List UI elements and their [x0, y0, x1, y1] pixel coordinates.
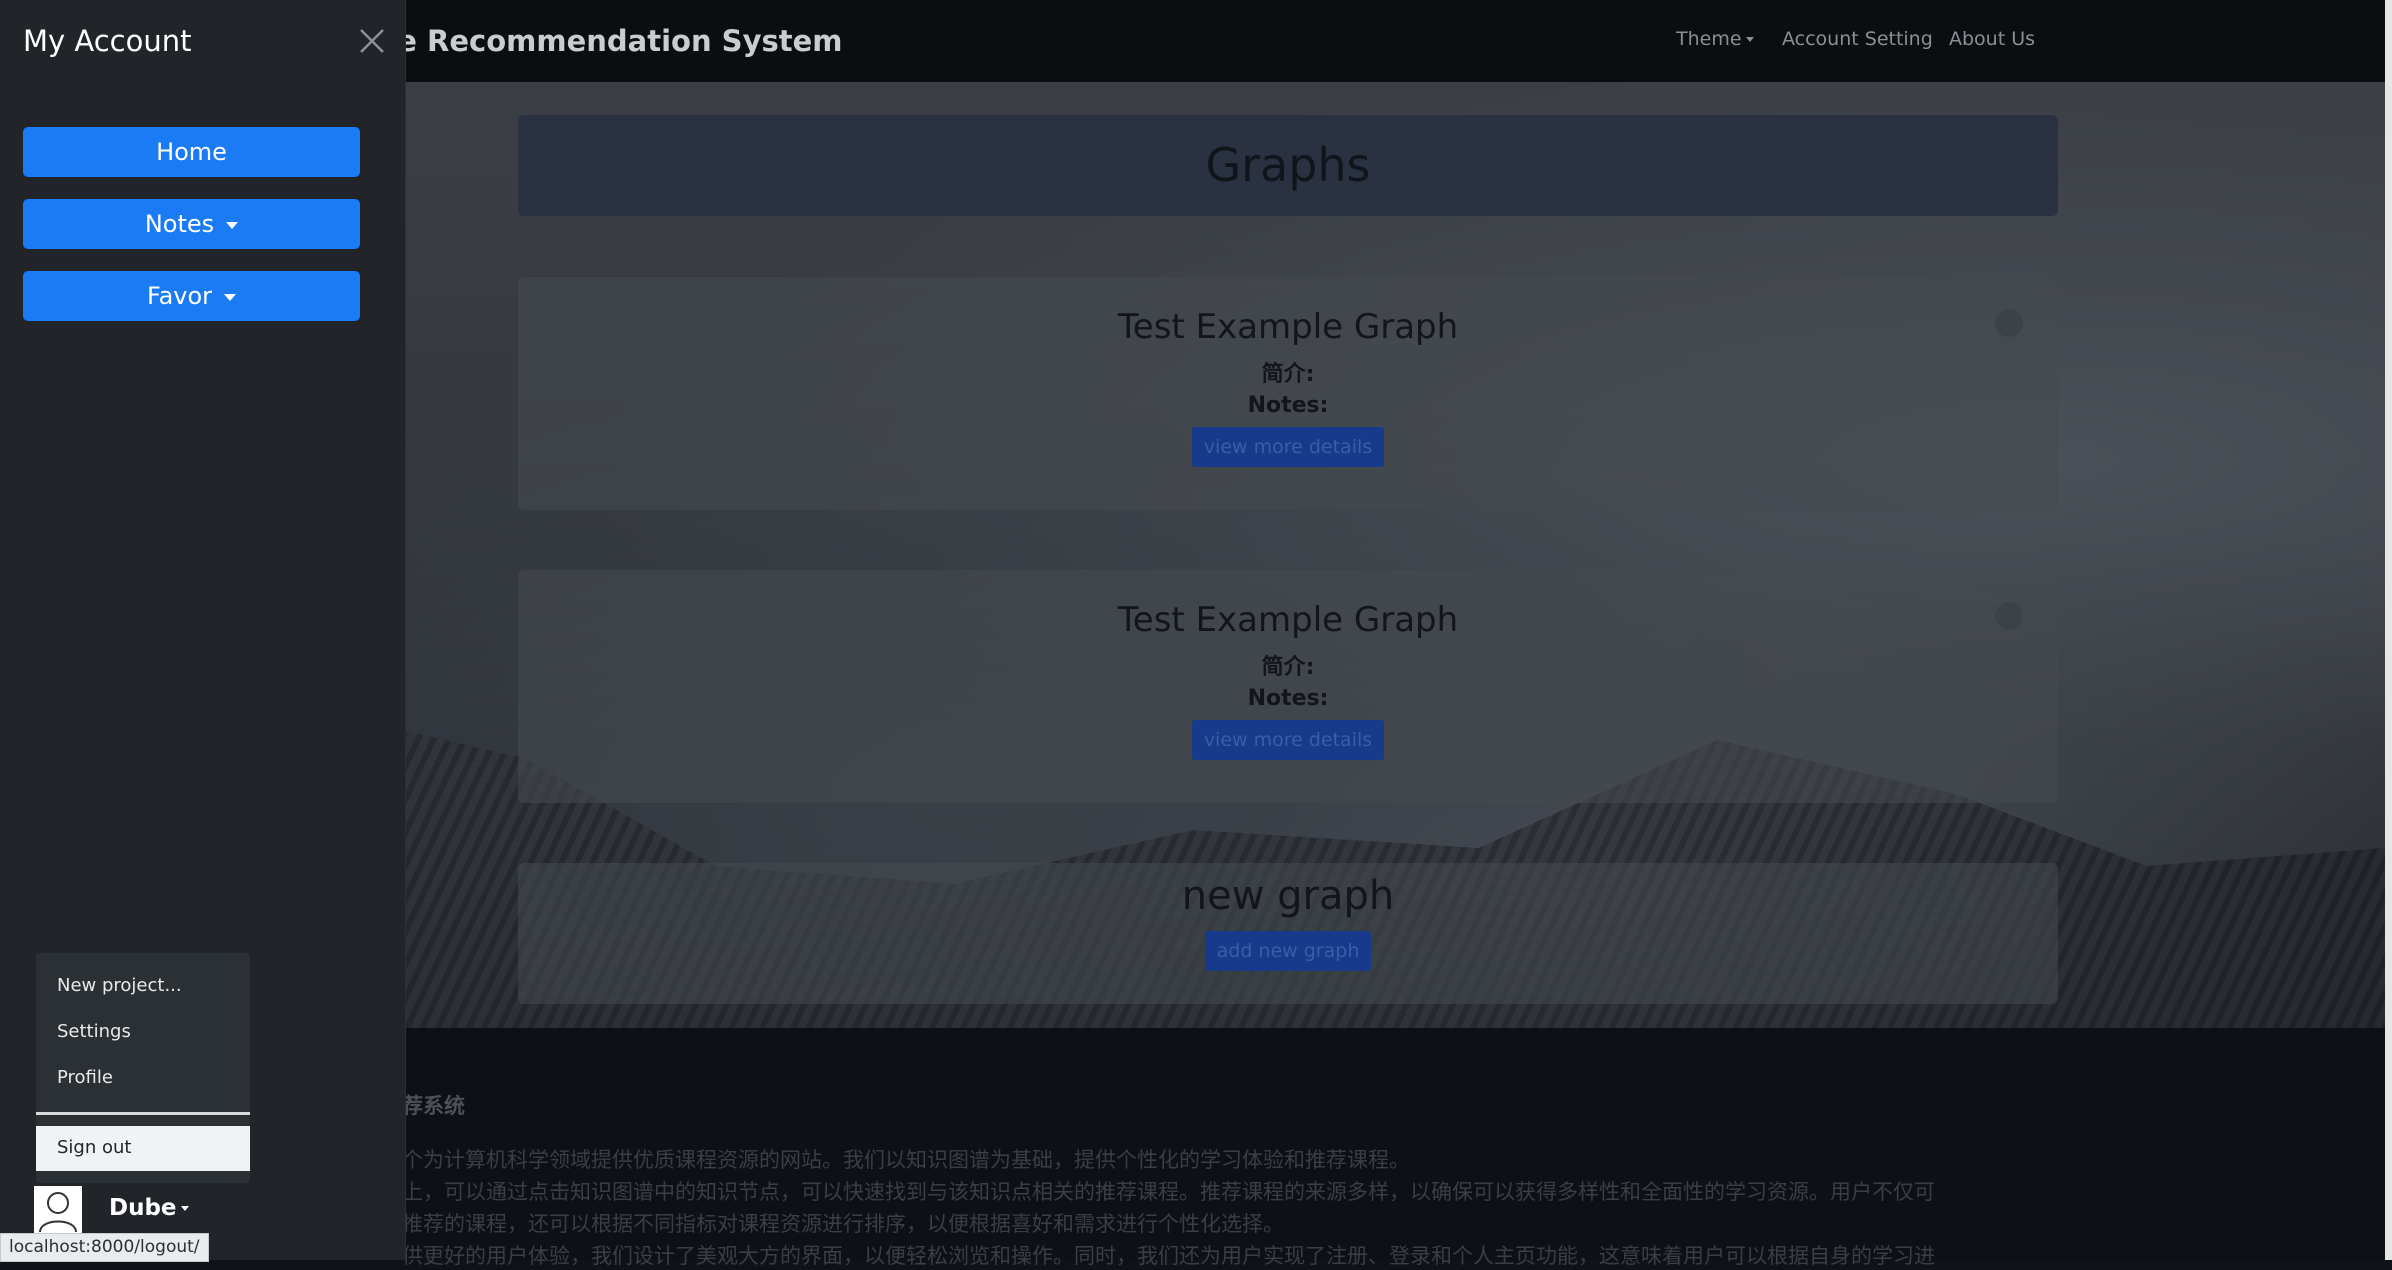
close-icon[interactable]: [357, 26, 387, 56]
footer-title: 荐系统: [402, 1094, 465, 1118]
view-more-details-button[interactable]: view more details: [1191, 427, 1385, 467]
menu-item-sign-out[interactable]: Sign out: [36, 1126, 250, 1171]
caret-down-icon: [226, 221, 239, 229]
nav-about-us[interactable]: About Us: [1949, 28, 2035, 50]
graph-card: Test Example Graph 简介: Notes: view more …: [518, 570, 2058, 803]
sidebar-notes-label: Notes: [144, 210, 215, 238]
add-new-graph-button[interactable]: add new graph: [1204, 931, 1372, 971]
user-dropdown-menu: New project... Settings Profile Sign out: [36, 953, 250, 1183]
graph-card: Test Example Graph 简介: Notes: view more …: [518, 277, 2058, 510]
avatar: [34, 1186, 82, 1234]
username-label: Dube: [109, 1195, 177, 1221]
username: Dube: [109, 1195, 189, 1221]
sign-out-label: Sign out: [57, 1137, 132, 1158]
account-sidebar: My Account Home Notes Favor New project.…: [0, 0, 406, 1260]
graph-intro-label: 简介:: [1261, 655, 1315, 680]
new-graph-card: new graph add new graph: [518, 863, 2058, 1004]
graph-notes-label: Notes:: [1247, 393, 1329, 418]
caret-down-icon: [224, 293, 237, 301]
graph-notes-label: Notes:: [1247, 686, 1329, 711]
graph-options-dot-icon[interactable]: [1995, 309, 2023, 337]
sidebar-title: My Account: [23, 24, 192, 58]
footer-text-line: 推荐的课程，还可以根据不同指标对课程资源进行排序，以便根据喜好和需求进行个性化选…: [402, 1212, 1284, 1236]
graph-title: Test Example Graph: [1117, 307, 1459, 347]
menu-item-settings[interactable]: Settings: [57, 1021, 131, 1042]
caret-down-icon: [1745, 37, 1754, 42]
menu-divider: [36, 1112, 250, 1115]
site-brand[interactable]: se Recommendation System: [380, 24, 843, 58]
footer-text-line: 供更好的用户体验，我们设计了美观大方的界面，以便轻松浏览和操作。同时，我们还为用…: [402, 1244, 1935, 1268]
nav-theme-label: Theme: [1676, 28, 1742, 50]
nav-account-setting[interactable]: Account Setting: [1782, 28, 1933, 50]
sidebar-home-button[interactable]: Home: [23, 127, 360, 177]
footer-text-line: 个为计算机科学领域提供优质课程资源的网站。我们以知识图谱为基础，提供个性化的学习…: [402, 1148, 1410, 1172]
sidebar-favor-label: Favor: [146, 282, 213, 310]
graph-intro-label: 简介:: [1261, 362, 1315, 387]
caret-down-icon: [180, 1206, 189, 1211]
graph-options-dot-icon[interactable]: [1995, 602, 2023, 630]
graph-title: Test Example Graph: [1117, 600, 1459, 640]
sidebar-home-label: Home: [156, 138, 227, 166]
status-bar-url: localhost:8000/logout/: [0, 1233, 209, 1262]
new-graph-title: new graph: [1181, 873, 1395, 919]
footer-text-line: 上，可以通过点击知识图谱中的知识节点，可以快速找到与该知识点相关的推荐课程。推荐…: [402, 1180, 1935, 1204]
page-scrollbar[interactable]: [2385, 0, 2392, 1260]
menu-item-profile[interactable]: Profile: [57, 1067, 113, 1088]
view-more-details-button[interactable]: view more details: [1191, 720, 1385, 760]
sidebar-notes-button[interactable]: Notes: [23, 199, 360, 249]
menu-item-new-project[interactable]: New project...: [57, 975, 182, 996]
page-header-card: Graphs: [518, 115, 2058, 216]
sidebar-favor-button[interactable]: Favor: [23, 271, 360, 321]
page-title: Graphs: [1205, 138, 1371, 192]
nav-theme-dropdown[interactable]: Theme: [1676, 28, 1754, 50]
user-menu-toggle[interactable]: Dube: [34, 1186, 234, 1234]
